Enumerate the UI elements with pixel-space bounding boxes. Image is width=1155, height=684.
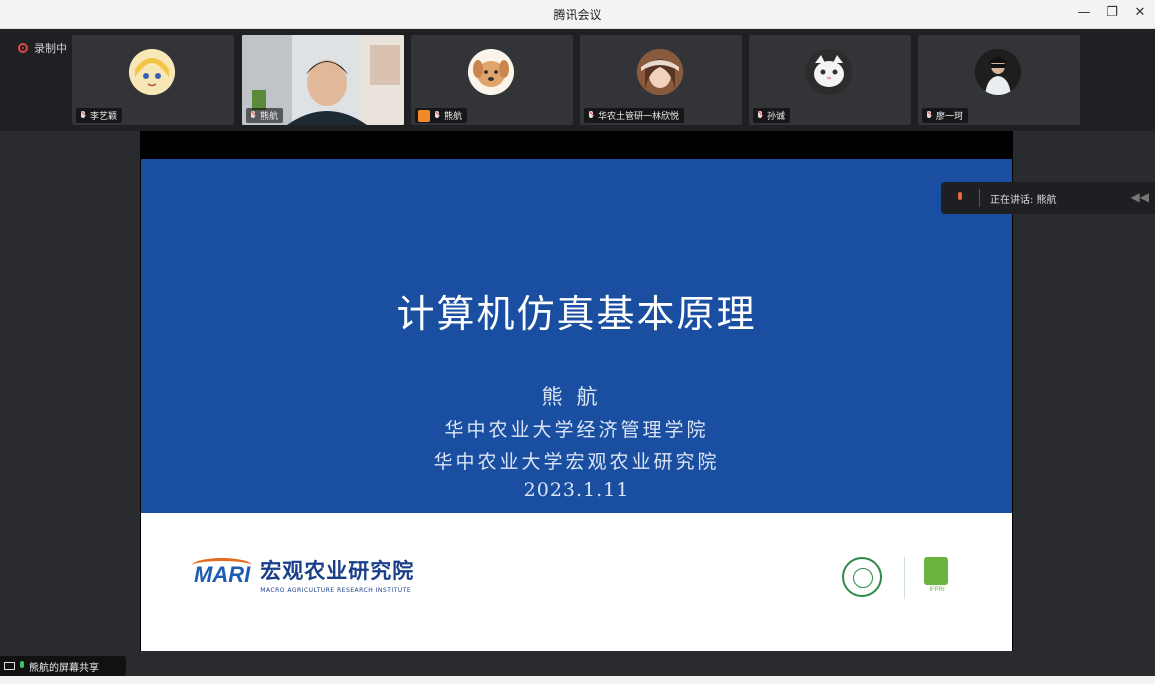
logo-divider bbox=[904, 557, 905, 599]
slide-affiliation-2: 华中农业大学宏观农业研究院 bbox=[433, 451, 720, 473]
participant-namebar: 孙诚 bbox=[753, 108, 791, 123]
slide-affiliation-1: 华中农业大学经济管理学院 bbox=[444, 419, 709, 441]
mic-muted-icon bbox=[79, 110, 87, 121]
participant-tile-video[interactable]: 熊航 bbox=[242, 35, 404, 125]
participant-tile[interactable]: 华农土管研一林欣悦 bbox=[580, 35, 742, 125]
participant-namebar: 熊航 bbox=[415, 108, 468, 123]
restore-button[interactable]: ❐ bbox=[1105, 4, 1119, 22]
slide-title-area: 计算机仿真基本原理 熊航 华中农业大学经济管理学院 华中农业大学宏观农业研究院 … bbox=[141, 159, 1012, 513]
university-seal-icon bbox=[842, 557, 882, 597]
participant-tile[interactable]: 熊航 bbox=[411, 35, 573, 125]
participant-tile[interactable]: 廖一珂 bbox=[918, 35, 1080, 125]
avatar bbox=[637, 49, 683, 95]
avatar bbox=[468, 49, 514, 95]
speaker-mic-icon bbox=[955, 192, 965, 204]
host-icon bbox=[418, 109, 430, 122]
ifpri-logo: IFPRI bbox=[924, 557, 950, 599]
participant-tile[interactable]: 孙诚 bbox=[749, 35, 911, 125]
slide-title: 计算机仿真基本原理 bbox=[396, 292, 757, 336]
avatar bbox=[806, 49, 852, 95]
participant-name: 熊航 bbox=[260, 112, 279, 122]
avatar bbox=[975, 49, 1021, 95]
participant-namebar: 华农土管研一林欣悦 bbox=[584, 108, 685, 123]
slide-author: 熊航 bbox=[541, 385, 612, 409]
app-title: 腾讯会议 bbox=[553, 8, 602, 22]
participant-name: 熊航 bbox=[444, 112, 463, 122]
mic-muted-icon bbox=[587, 110, 595, 121]
collapse-arrows-icon[interactable]: ◀◀ bbox=[1131, 190, 1149, 204]
participant-tile[interactable]: 李艺颖 bbox=[72, 35, 234, 125]
participant-namebar: 熊航 bbox=[246, 108, 284, 123]
mari-logo-mark: MARI bbox=[192, 557, 252, 588]
participant-namebar: 廖一珂 bbox=[922, 108, 969, 123]
leaf-icon bbox=[924, 557, 948, 585]
close-button[interactable]: ✕ bbox=[1133, 4, 1147, 22]
mic-muted-icon bbox=[925, 110, 933, 121]
divider bbox=[979, 189, 980, 207]
participant-name: 孙诚 bbox=[767, 112, 786, 122]
participant-name: 华农土管研一林欣悦 bbox=[598, 112, 680, 122]
mic-muted-icon bbox=[433, 110, 441, 121]
recording-indicator[interactable]: 录制中 bbox=[18, 40, 67, 56]
mic-icon bbox=[19, 661, 25, 671]
recording-label: 录制中 bbox=[34, 42, 67, 55]
mic-icon bbox=[249, 110, 257, 121]
participant-name: 廖一珂 bbox=[936, 112, 964, 122]
title-bar: 腾讯会议 — ❐ ✕ bbox=[0, 0, 1155, 29]
window-controls: — ❐ ✕ bbox=[1077, 4, 1147, 22]
institute-name-en: MACRO AGRICULTURE RESEARCH INSTITUTE bbox=[260, 587, 412, 594]
screen-share-label: 熊航的屏幕共享 bbox=[29, 662, 99, 674]
record-icon bbox=[18, 43, 28, 53]
speaking-indicator: 正在讲话: 熊航 ◀◀ bbox=[941, 182, 1155, 214]
mic-muted-icon bbox=[756, 110, 764, 121]
screen-share-icon bbox=[4, 662, 15, 670]
slide-date: 2023.1.11 bbox=[523, 479, 630, 501]
mari-logo: MARI 宏观农业研究院 MACRO AGRICULTURE RESEARCH … bbox=[192, 555, 415, 594]
window-bottom-edge bbox=[0, 676, 1155, 684]
speaking-label: 正在讲话: 熊航 bbox=[990, 194, 1057, 206]
participant-namebar: 李艺颖 bbox=[76, 108, 123, 123]
participant-name: 李艺颖 bbox=[90, 112, 118, 122]
slide-footer: MARI 宏观农业研究院 MACRO AGRICULTURE RESEARCH … bbox=[141, 513, 1012, 651]
institute-name-cn: 宏观农业研究院 bbox=[260, 558, 415, 583]
avatar bbox=[129, 49, 175, 95]
screen-share-status[interactable]: 熊航的屏幕共享 bbox=[0, 656, 126, 676]
minimize-button[interactable]: — bbox=[1077, 4, 1091, 22]
